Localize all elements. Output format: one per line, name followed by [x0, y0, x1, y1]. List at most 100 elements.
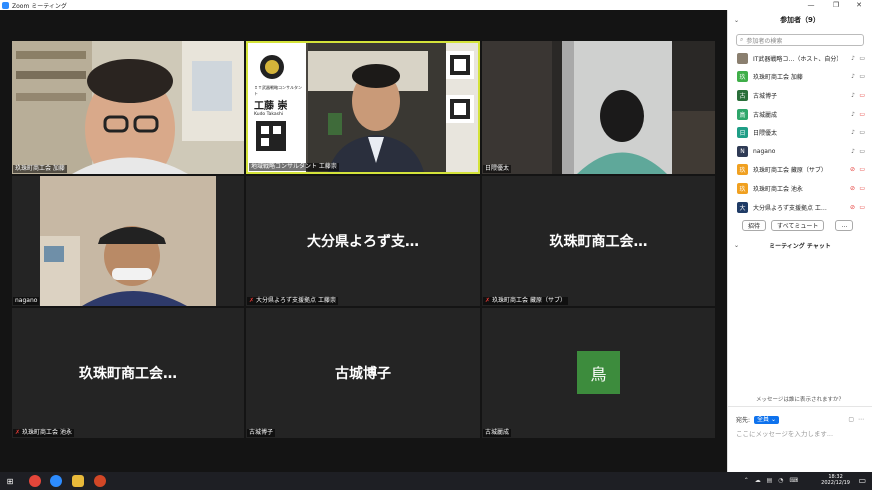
- tile-name-label: 古城博子: [247, 429, 276, 437]
- participant-row[interactable]: 玖玖珠町商工会 加藤 ♪ ▭: [728, 68, 872, 87]
- participant-name: 古城麗成: [753, 111, 778, 119]
- camera-icon: ▭: [859, 129, 865, 137]
- video-tile-kojo-reisei[interactable]: 鳥 古城麗成: [482, 308, 715, 438]
- recipient-value: 全員: [757, 415, 770, 423]
- mic-muted-icon[interactable]: ⊘: [850, 166, 855, 173]
- participant-avatar: N: [737, 145, 748, 157]
- mic-icon[interactable]: ♪: [851, 111, 855, 118]
- participant-name: 玖珠町商工会 藏原（サブ）: [753, 167, 827, 175]
- tile-name-text: 地域戦略コンサルタント 工藤崇: [251, 163, 337, 170]
- camera-icon: ▭: [859, 73, 865, 81]
- card-romaji: Kudo Takashi: [254, 112, 284, 117]
- taskbar-clock[interactable]: 18:32 2022/12/19: [821, 474, 850, 486]
- zoom-taskbar-icon[interactable]: [50, 475, 62, 487]
- video-gallery: 玖珠町商工会 加藤 ＩＴ武器戦略コンサルタント 工藤 崇 Kudo Takash…: [0, 10, 727, 472]
- participant-avatar: 日: [737, 127, 748, 139]
- participant-avatar: 玖: [737, 182, 748, 194]
- tile-name-label: nagano: [13, 297, 40, 305]
- tile-name-label: 古城麗成: [483, 429, 512, 437]
- mic-icon[interactable]: ♪: [851, 92, 855, 99]
- powerpoint-icon[interactable]: [94, 475, 106, 487]
- participant-avatar: 鳥: [737, 108, 748, 120]
- tile-name-label: 日隈優太: [483, 165, 512, 173]
- card-name: 工藤 崇: [254, 101, 288, 112]
- tile-name-label: ✗ 玖珠町商工会 藏原（サブ）: [483, 297, 568, 305]
- mic-muted-icon[interactable]: ⊘: [850, 204, 855, 211]
- video-tile-ikenaga[interactable]: 玖珠町商工会… ✗ 玖珠町商工会 池永: [12, 308, 244, 438]
- file-explorer-icon[interactable]: [72, 475, 84, 487]
- collapse-chevron-icon[interactable]: ⌄: [734, 17, 739, 24]
- participant-row[interactable]: 大大分県よろず支援拠点 工… ⊘ ▭: [728, 198, 872, 217]
- mic-icon[interactable]: ♪: [851, 129, 855, 136]
- video-tile-hikuma[interactable]: 日隈優太: [482, 41, 715, 174]
- chat-message-input[interactable]: ここにメッセージを入力します...: [728, 424, 872, 442]
- video-tile-kojo-hiroko[interactable]: 古城博子 古城博子: [246, 308, 480, 438]
- video-tile-yorozu[interactable]: 大分県よろず支… ✗ 大分県よろず支援拠点 工藤崇: [246, 176, 480, 306]
- participant-row[interactable]: Nnagano ♪ ▭: [728, 142, 872, 161]
- participant-name: 大分県よろず支援拠点 工…: [753, 204, 827, 212]
- participant-name-display: 玖珠町商工会…: [549, 234, 648, 250]
- mic-icon[interactable]: ♪: [851, 148, 855, 155]
- participant-avatar: [737, 52, 748, 64]
- participant-name: 玖珠町商工会 加藤: [753, 74, 803, 82]
- chat-header: ⌄ ミーティング チャット: [728, 237, 872, 253]
- chat-compose: メッセージは誰に表示されますか？ 宛先: 全員 ⌄ ▢ ⋯ ここにメッセージを入…: [728, 397, 872, 472]
- participant-row[interactable]: 鳥古城麗成 ♪ ▭: [728, 105, 872, 124]
- participant-avatar: 古: [737, 89, 748, 101]
- notification-icon[interactable]: ▭: [858, 476, 866, 485]
- title-bar: Zoom ミーティング — ❐ ✕: [0, 0, 872, 10]
- clock-date: 2022/12/19: [821, 480, 850, 486]
- collapse-chevron-icon[interactable]: ⌄: [734, 242, 739, 249]
- tile-name-text: 玖珠町商工会 加藤: [15, 165, 65, 172]
- video-tile-nagano[interactable]: nagano: [12, 176, 244, 306]
- participants-header: ⌄ 参加者（9）: [728, 10, 872, 30]
- invite-button[interactable]: 招待: [742, 220, 767, 232]
- tile-name-text: 玖珠町商工会 藏原（サブ）: [492, 297, 566, 304]
- participant-row[interactable]: 日日隈優太 ♪ ▭: [728, 123, 872, 142]
- search-placeholder: 参加者の検索: [746, 37, 783, 45]
- participant-search-input[interactable]: ⌕ 参加者の検索: [736, 34, 864, 46]
- participant-row[interactable]: 玖玖珠町商工会 池永 ⊘ ▭: [728, 179, 872, 198]
- tile-name-text: 日隈優太: [485, 165, 510, 172]
- participant-avatar: 鳥: [577, 351, 620, 394]
- mic-muted-icon: ✗: [485, 297, 491, 304]
- chat-visibility-note[interactable]: メッセージは誰に表示されますか？: [728, 395, 872, 403]
- tile-name-text: nagano: [15, 297, 38, 304]
- participants-title: 参加者（9）: [780, 16, 820, 24]
- camera-off-icon: ▭: [859, 203, 865, 211]
- tile-name-text: 古城麗成: [485, 429, 510, 436]
- more-button[interactable]: …: [835, 220, 854, 232]
- zoom-logo-icon: [2, 1, 9, 9]
- mic-muted-icon[interactable]: ⊘: [850, 185, 855, 192]
- video-feed-hikuma: [482, 41, 715, 174]
- video-tile-kudo-active-speaker[interactable]: ＩＴ武器戦略コンサルタント 工藤 崇 Kudo Takashi 地域戦略コンサル…: [246, 41, 480, 174]
- participant-name: 古城博子: [753, 92, 778, 100]
- tile-name-label: ✗ 大分県よろず支援拠点 工藤崇: [247, 297, 338, 305]
- participant-actions: 招待 すべてミュート …: [728, 216, 872, 232]
- mic-icon[interactable]: ♪: [851, 55, 855, 62]
- minimize-button[interactable]: —: [800, 0, 822, 10]
- video-tile-kato[interactable]: 玖珠町商工会 加藤: [12, 41, 244, 174]
- system-tray[interactable]: ⌃ ☁ ▤ ◔ ⌨: [744, 477, 800, 484]
- windows-start-icon[interactable]: ⊞: [4, 475, 16, 487]
- participant-name-display: 大分県よろず支…: [307, 234, 419, 250]
- tile-name-text: 古城博子: [249, 429, 274, 436]
- camera-off-icon: ▭: [859, 91, 865, 99]
- file-icon[interactable]: ▢: [848, 416, 854, 423]
- camera-off-icon: ▭: [859, 184, 865, 192]
- close-button[interactable]: ✕: [848, 0, 870, 10]
- chrome-icon[interactable]: [29, 475, 41, 487]
- mute-all-button[interactable]: すべてミュート: [771, 220, 825, 232]
- participant-row[interactable]: IT武器戦略コ…（ホスト、自分） ♪ ▭: [728, 49, 872, 68]
- recipient-dropdown[interactable]: 全員 ⌄: [754, 415, 779, 424]
- video-tile-kurahara[interactable]: 玖珠町商工会… ✗ 玖珠町商工会 藏原（サブ）: [482, 176, 715, 306]
- participant-row[interactable]: 玖玖珠町商工会 藏原（サブ） ⊘ ▭: [728, 161, 872, 180]
- more-icon[interactable]: ⋯: [858, 416, 864, 423]
- mic-icon[interactable]: ♪: [851, 73, 855, 80]
- participant-name-display: 古城博子: [335, 366, 391, 382]
- participant-row[interactable]: 古古城博子 ♪ ▭: [728, 86, 872, 105]
- participant-avatar: 大: [737, 201, 748, 213]
- participant-avatar: 玖: [737, 164, 748, 176]
- video-feed-kato: [12, 41, 244, 174]
- maximize-button[interactable]: ❐: [825, 0, 847, 10]
